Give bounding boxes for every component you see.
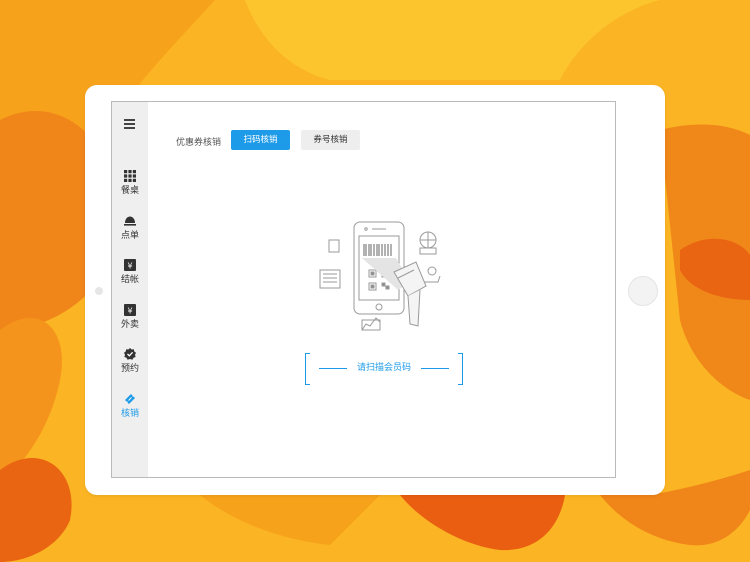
sidebar-item-label: 外卖 bbox=[120, 320, 139, 330]
sidebar-item-label: 点单 bbox=[120, 231, 139, 241]
sidebar-item-label: 结帐 bbox=[120, 275, 139, 285]
tablet-home-button[interactable] bbox=[628, 276, 658, 306]
bell-icon bbox=[124, 216, 136, 226]
sidebar: 餐桌 点单 ¥ 结帐 ¥ 外卖 预约 核销 bbox=[112, 102, 148, 477]
sidebar-item-tables[interactable]: 餐桌 bbox=[112, 170, 148, 210]
ticket-icon bbox=[125, 394, 135, 404]
tab-code-verify[interactable]: 券号核销 bbox=[301, 130, 360, 150]
sidebar-item-label: 核销 bbox=[120, 409, 139, 419]
svg-text:¥: ¥ bbox=[127, 262, 132, 271]
scan-prompt-frame: 请扫描会员码 bbox=[305, 353, 463, 385]
hamburger-menu-icon[interactable] bbox=[124, 119, 135, 129]
yen-icon: ¥ bbox=[124, 304, 136, 316]
scanner-phone-icon bbox=[319, 221, 441, 331]
sidebar-item-takeout[interactable]: ¥ 外卖 bbox=[112, 304, 148, 344]
verified-icon bbox=[124, 348, 136, 360]
scan-prompt-text: 请扫描会员码 bbox=[356, 363, 411, 373]
sidebar-item-checkout[interactable]: ¥ 结帐 bbox=[112, 259, 148, 299]
sidebar-item-order[interactable]: 点单 bbox=[112, 215, 148, 255]
app-screen: 餐桌 点单 ¥ 结帐 ¥ 外卖 预约 核销 优惠券核销 扫码核销 券号核销 请扫… bbox=[111, 101, 616, 478]
sidebar-item-label: 预约 bbox=[120, 364, 139, 374]
tab-scan-verify[interactable]: 扫码核销 bbox=[231, 130, 290, 150]
sidebar-item-label: 餐桌 bbox=[120, 186, 139, 196]
sidebar-item-reservation[interactable]: 预约 bbox=[112, 348, 148, 388]
section-label: 优惠券核销 bbox=[176, 138, 222, 148]
sidebar-item-verify[interactable]: 核销 bbox=[112, 393, 148, 433]
svg-text:¥: ¥ bbox=[127, 307, 132, 316]
yen-icon: ¥ bbox=[124, 259, 136, 271]
grid-icon bbox=[124, 170, 136, 182]
tablet-camera bbox=[95, 287, 103, 295]
